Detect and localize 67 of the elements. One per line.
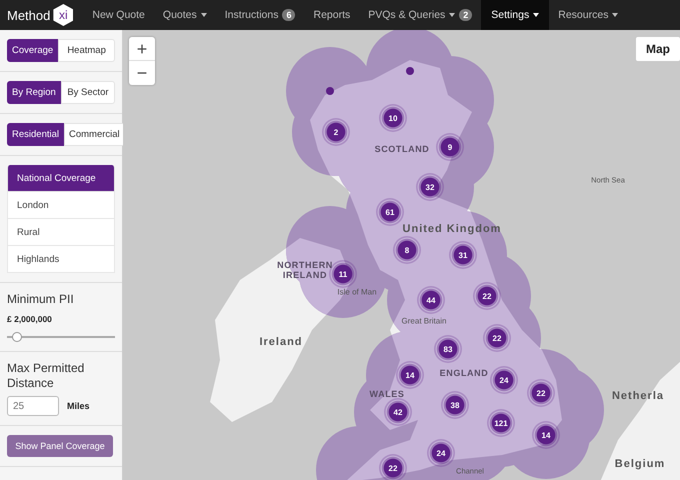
map-label: ENGLAND bbox=[440, 369, 488, 379]
cluster-marker[interactable]: 121 bbox=[487, 409, 515, 437]
map-label: Netherla bbox=[612, 390, 664, 402]
count-badge: 2 bbox=[459, 9, 472, 21]
map-label: WALES bbox=[370, 390, 404, 400]
map-label: United Kingdom bbox=[402, 223, 502, 235]
cluster-marker[interactable]: 8 bbox=[393, 236, 421, 264]
section-title: Max Permitted Distance bbox=[7, 361, 86, 390]
nav-label: New Quote bbox=[92, 9, 145, 21]
map-label: Ireland bbox=[259, 336, 303, 348]
distance-input[interactable]: 25 bbox=[7, 396, 59, 416]
nav-label: Quotes bbox=[162, 9, 197, 21]
toggle-option[interactable]: Coverage bbox=[7, 39, 58, 62]
map-label: Belgium bbox=[614, 458, 666, 470]
toggle-option[interactable]: Heatmap bbox=[58, 39, 115, 62]
nav-item[interactable]: New Quote bbox=[83, 0, 154, 30]
toggle-option[interactable]: By Region bbox=[7, 81, 61, 104]
region-item[interactable]: Highlands bbox=[7, 246, 115, 273]
nav-item[interactable]: Quotes bbox=[154, 0, 216, 30]
region-item[interactable]: Rural bbox=[7, 219, 115, 246]
cluster-marker[interactable]: 22 bbox=[483, 324, 511, 352]
cluster-marker[interactable]: 22 bbox=[473, 282, 501, 310]
map-label: Great Britain bbox=[402, 316, 446, 326]
show-coverage-button[interactable]: Show Panel Coverage bbox=[7, 435, 113, 458]
nav-label: Reports bbox=[313, 9, 350, 21]
section-title: Minimum PII bbox=[7, 292, 75, 306]
cluster-marker[interactable]: 42 bbox=[384, 398, 412, 426]
nav-item[interactable]: Settings bbox=[481, 0, 550, 30]
toggle-option[interactable]: By Sector bbox=[60, 81, 115, 104]
pii-value: £ 2,000,000 bbox=[7, 314, 53, 324]
nav-label: PVQs & Queries bbox=[368, 9, 446, 21]
slider-thumb[interactable] bbox=[12, 332, 22, 342]
map-label: Isle of Man bbox=[337, 288, 377, 296]
nav-item[interactable]: Instructions 6 bbox=[216, 0, 304, 30]
cluster-marker[interactable]: 10 bbox=[379, 104, 407, 132]
logo-badge: xi bbox=[53, 4, 74, 26]
count-badge: 6 bbox=[282, 9, 296, 21]
nav-item[interactable]: PVQs & Queries 2 bbox=[359, 0, 482, 30]
cluster-marker[interactable]: 83 bbox=[434, 335, 462, 363]
cluster-marker[interactable]: 14 bbox=[532, 421, 560, 449]
cluster-marker[interactable]: 22 bbox=[379, 454, 407, 480]
cluster-marker[interactable]: 9 bbox=[436, 133, 464, 161]
nav-label: Settings bbox=[491, 9, 530, 21]
map-type-button[interactable]: Map bbox=[636, 37, 680, 61]
cluster-marker[interactable]: 22 bbox=[527, 379, 555, 407]
cluster-marker[interactable]: 38 bbox=[441, 391, 469, 419]
cluster-marker[interactable]: 31 bbox=[449, 241, 477, 269]
zoom-out-button[interactable]: − bbox=[129, 61, 155, 85]
nav-item[interactable]: Resources bbox=[549, 0, 628, 30]
cluster-marker[interactable]: 44 bbox=[417, 286, 445, 314]
brand-name: Method bbox=[7, 8, 50, 22]
nav-label: Resources bbox=[558, 9, 608, 21]
region-item[interactable]: National Coverage bbox=[7, 165, 115, 192]
cluster-marker[interactable]: 14 bbox=[396, 361, 424, 389]
zoom-in-button[interactable]: + bbox=[129, 37, 155, 61]
toggle-option[interactable]: Commercial bbox=[64, 123, 125, 146]
cluster-marker[interactable]: 32 bbox=[416, 173, 444, 201]
map-label: SCOTLAND bbox=[374, 145, 430, 155]
unit-label: Miles bbox=[67, 401, 90, 412]
cluster-marker[interactable]: 24 bbox=[427, 439, 455, 467]
region-item[interactable]: London bbox=[7, 192, 115, 219]
nav-item[interactable]: Reports bbox=[304, 0, 360, 30]
cluster-marker[interactable]: 24 bbox=[490, 366, 518, 394]
toggle-option[interactable]: Residential bbox=[7, 123, 64, 146]
nav-label: Instructions bbox=[224, 9, 278, 21]
cluster-marker[interactable]: 2 bbox=[322, 118, 350, 146]
cluster-marker[interactable]: 61 bbox=[376, 198, 404, 226]
